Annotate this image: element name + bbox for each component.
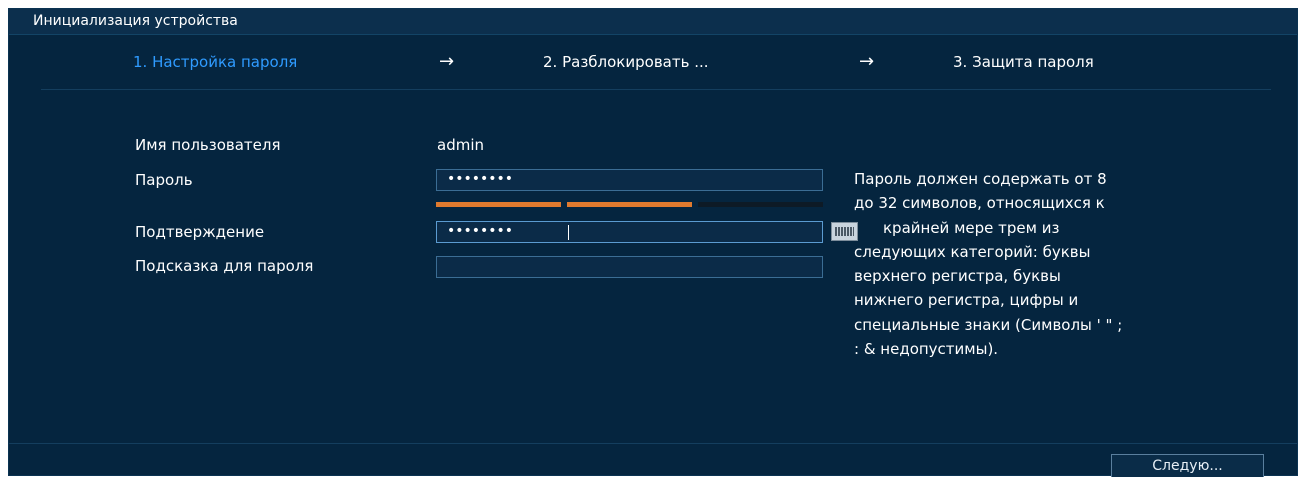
title-bar: Инициализация устройства [9,9,1297,35]
step-password-protection: 3. Защита пароля [953,53,1094,71]
strength-segment [567,202,692,207]
help-line: : & недопустимы). [854,340,999,359]
confirm-value: •••••••• [447,223,514,239]
help-line: следующих категорий: буквы [854,242,1091,261]
wizard-steps: 1. Настройка пароля → 2. Разблокировать … [9,51,1297,83]
password-hint-input[interactable] [436,256,823,278]
window-title: Инициализация устройства [33,13,238,29]
init-dialog: Инициализация устройства 1. Настройка па… [8,8,1298,477]
step-password-setup: 1. Настройка пароля [133,53,298,71]
password-requirements-text: Пароль должен содержать от 8 до 32 симво… [854,167,1274,361]
strength-segment [698,202,823,207]
help-line: Пароль должен содержать от 8 [854,170,1107,188]
strength-segment [436,202,561,207]
confirm-label: Подтверждение [135,223,265,241]
help-line: специальные знаки (Символы ' " ; [854,315,1123,334]
help-line: до 32 символов, относящихся к [854,194,1105,213]
username-value: admin [437,136,484,154]
username-label: Имя пользователя [135,136,281,154]
password-label: Пароль [135,171,193,189]
help-line: нижнего регистра, цифры и [854,291,1079,310]
step-unlock: 2. Разблокировать ... [543,53,709,71]
next-button[interactable]: Следую... [1111,454,1264,477]
footer-divider [9,443,1297,444]
confirm-password-input[interactable]: •••••••• [436,221,823,243]
password-input[interactable]: •••••••• [436,169,823,191]
screen-top-margin [0,0,1303,8]
steps-divider [41,89,1271,90]
help-line: крайней мере трем из [883,218,1060,237]
password-value: •••••••• [447,171,514,187]
hint-label: Подсказка для пароля [135,257,314,275]
step-arrow-icon: → [859,51,875,72]
step-arrow-icon: → [439,51,455,72]
text-cursor [568,225,569,240]
password-strength-meter [436,202,823,207]
keyboard-keys [835,227,854,236]
help-line: верхнего регистра, буквы [854,267,1061,286]
